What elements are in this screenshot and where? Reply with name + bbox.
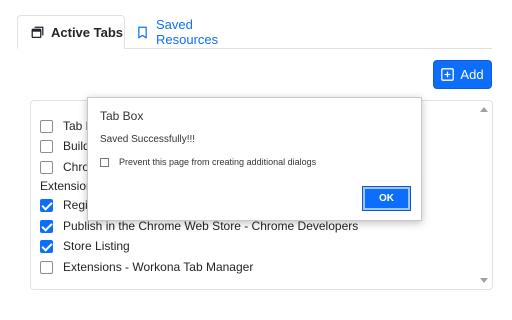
list-item-label: Publish in the Chrome Web Store - Chrome…: [63, 219, 359, 233]
tab-active-tabs[interactable]: Active Tabs: [17, 15, 125, 49]
checkbox[interactable]: [40, 160, 53, 174]
tab-label: Active Tabs: [51, 24, 124, 40]
prevent-dialogs-checkbox[interactable]: [100, 157, 109, 167]
list-item-label: Store Listing: [63, 239, 130, 253]
list-item[interactable]: Extensions - Workona Tab Manager: [40, 258, 253, 276]
group-label: Extension: [40, 179, 93, 193]
prevent-dialogs-label: Prevent this page from creating addition…: [119, 157, 317, 167]
checkbox[interactable]: [40, 139, 53, 153]
prevent-dialogs-option[interactable]: Prevent this page from creating addition…: [100, 157, 316, 167]
list-item-label: Build: [63, 139, 90, 153]
bookmark-icon: [136, 26, 149, 39]
list-item-label: Extensions - Workona Tab Manager: [63, 260, 254, 274]
list-item[interactable]: Build: [40, 137, 90, 155]
checkbox[interactable]: [40, 119, 53, 133]
list-item[interactable]: Store Listing: [40, 237, 130, 255]
window-icon: [31, 26, 44, 39]
tab-saved-resources[interactable]: Saved Resources: [136, 15, 256, 49]
alert-dialog: Tab Box Saved Successfully!!! Prevent th…: [87, 97, 422, 221]
checkbox[interactable]: [40, 198, 53, 212]
list-item[interactable]: Regis: [40, 196, 94, 214]
scroll-down-arrow[interactable]: [480, 278, 488, 283]
add-button[interactable]: Add: [433, 60, 492, 89]
checkbox[interactable]: [40, 239, 53, 253]
dialog-message: Saved Successfully!!!: [100, 134, 196, 145]
checkbox[interactable]: [40, 260, 53, 274]
tab-bar: Active Tabs Saved Resources: [17, 15, 492, 49]
plus-square-icon: [441, 68, 455, 81]
dialog-title: Tab Box: [100, 109, 144, 123]
checkbox[interactable]: [40, 219, 53, 233]
scroll-up-arrow[interactable]: [480, 107, 488, 112]
ok-button[interactable]: OK: [362, 186, 411, 211]
tab-label: Saved Resources: [156, 17, 219, 47]
add-button-label: Add: [460, 67, 484, 82]
